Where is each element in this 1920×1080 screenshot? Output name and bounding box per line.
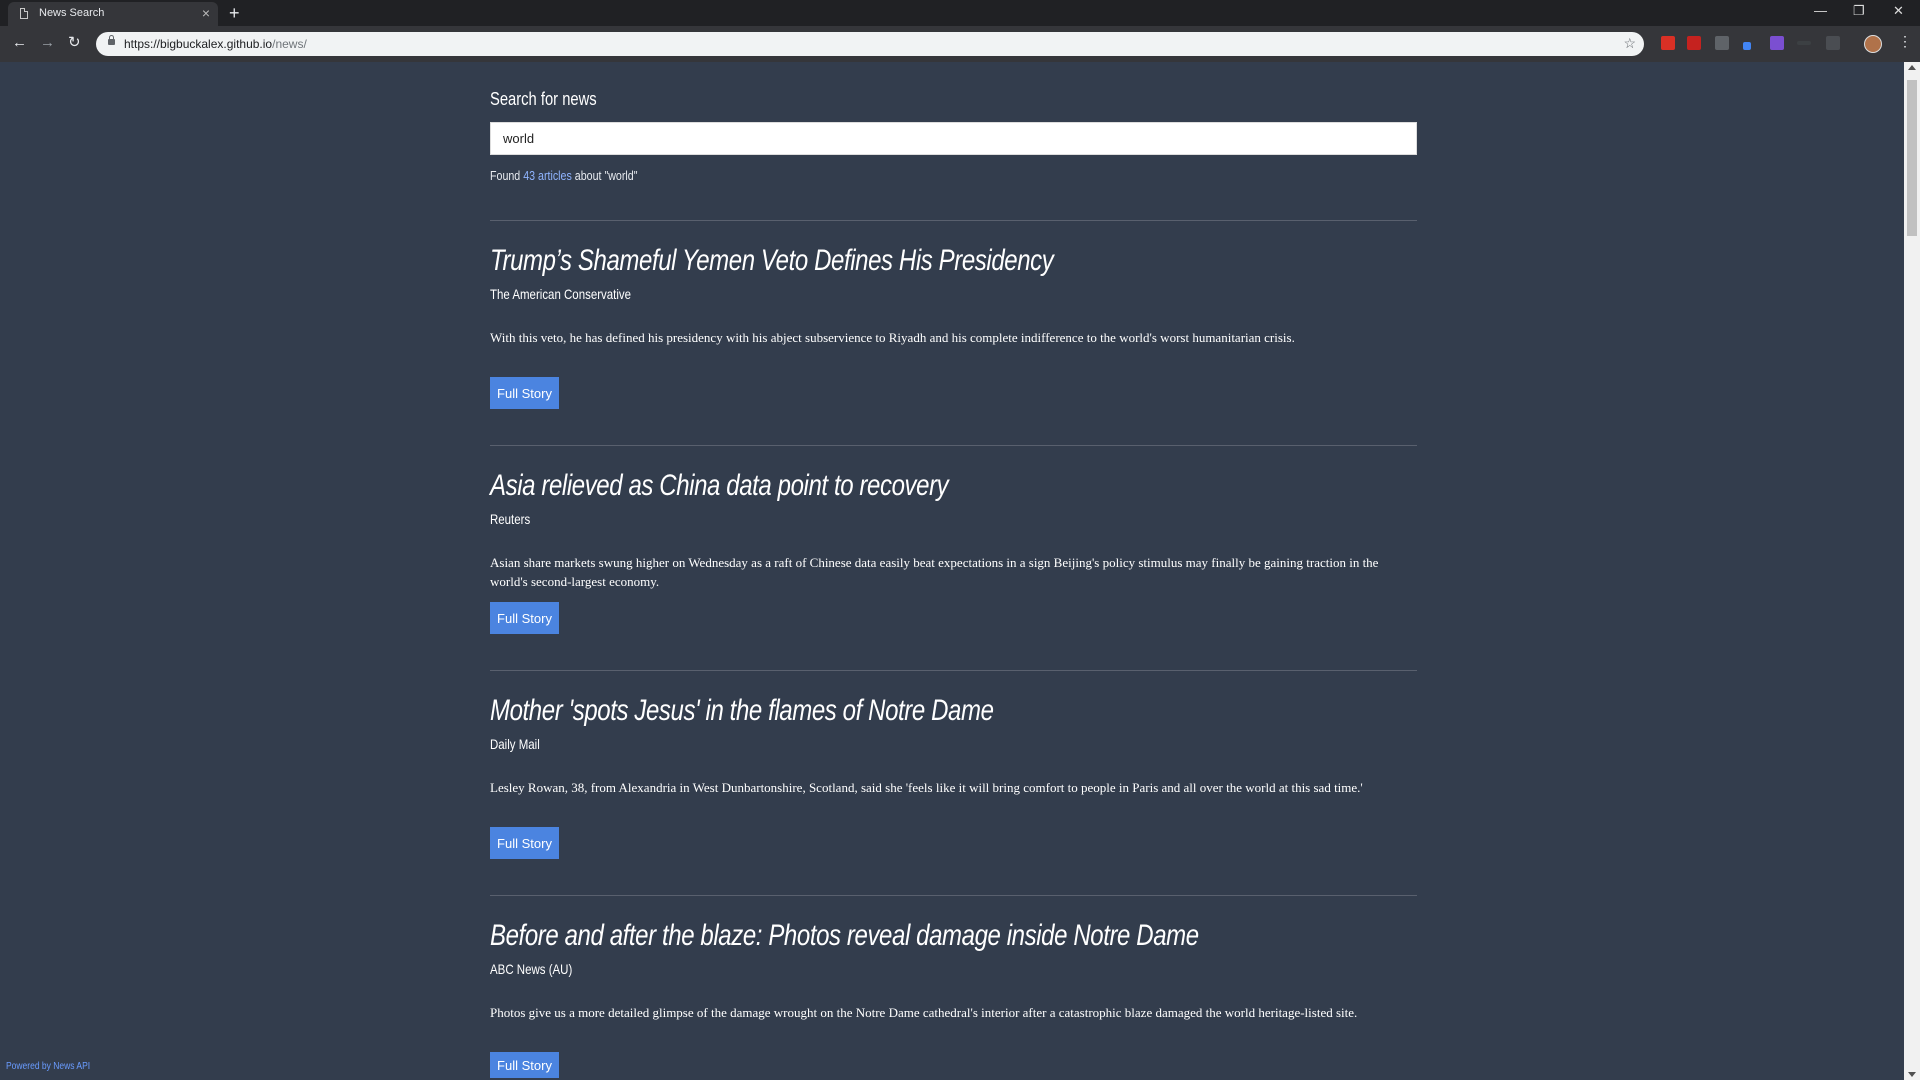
article-description: Lesley Rowan, 38, from Alexandria in Wes…: [490, 780, 1363, 795]
page-content: Search for news Found 43 articles about …: [0, 62, 1904, 1080]
bookmark-star-icon[interactable]: ☆: [1623, 35, 1636, 52]
new-tab-button[interactable]: +: [229, 2, 240, 24]
divider: [490, 895, 1417, 896]
url-path: /news/: [272, 37, 307, 51]
powered-by-link[interactable]: Powered by News API: [6, 1061, 90, 1072]
scrollbar-thumb[interactable]: [1907, 80, 1917, 236]
search-input[interactable]: [490, 122, 1417, 155]
article-source: The American Conservative: [490, 286, 632, 302]
extension-icon-4[interactable]: [1743, 42, 1751, 50]
article-description: Photos give us a more detailed glimpse o…: [490, 1005, 1358, 1020]
search-heading: Search for news: [490, 89, 597, 109]
browser-menu-icon[interactable]: ⋮: [1898, 33, 1912, 50]
address-bar[interactable]: https://bigbuckalex.github.io/news/ ☆: [96, 32, 1644, 56]
browser-tab[interactable]: News Search ×: [8, 2, 218, 26]
forward-button[interactable]: →: [40, 34, 55, 52]
results-about: about: [574, 168, 602, 183]
results-count: 43: [523, 168, 536, 183]
url-text[interactable]: https://bigbuckalex.github.io/news/: [124, 37, 307, 51]
restore-button[interactable]: ❐: [1853, 3, 1865, 19]
results-summary: Found 43 articles about "world": [490, 168, 637, 183]
article-description: With this veto, he has defined his presi…: [490, 330, 1295, 345]
tab-title: News Search: [39, 7, 105, 19]
extension-icon-1[interactable]: [1661, 36, 1675, 50]
article-source: Daily Mail: [490, 736, 540, 752]
lock-icon: [108, 35, 115, 45]
extension-icon-2[interactable]: [1687, 36, 1701, 50]
results-articles-word: articles: [538, 168, 572, 183]
back-button[interactable]: ←: [12, 34, 27, 52]
divider: [490, 220, 1417, 221]
minimize-button[interactable]: —: [1814, 3, 1827, 18]
results-query: "world": [604, 168, 638, 183]
article-headline: Asia relieved as China data point to rec…: [490, 469, 949, 502]
browser-toolbar: ← → ↻ https://bigbuckalex.github.io/news…: [0, 26, 1920, 62]
extension-icon-3[interactable]: [1715, 36, 1729, 50]
scroll-up-arrow-icon[interactable]: [1908, 65, 1916, 70]
page-scrollbar[interactable]: [1904, 62, 1920, 1080]
article-headline: Before and after the blaze: Photos revea…: [490, 919, 1199, 952]
full-story-button[interactable]: Full Story: [490, 1052, 559, 1078]
tab-close-icon[interactable]: ×: [202, 5, 210, 21]
full-story-button[interactable]: Full Story: [490, 602, 559, 634]
article-headline: Trump’s Shameful Yemen Veto Defines His …: [490, 244, 1054, 277]
article-description: Asian share markets swung higher on Wedn…: [490, 555, 1379, 589]
reload-button[interactable]: ↻: [68, 34, 81, 52]
extension-icon-7[interactable]: [1826, 36, 1840, 50]
article-source: ABC News (AU): [490, 961, 573, 977]
document-icon: [20, 8, 28, 19]
extension-icon-5[interactable]: [1770, 36, 1784, 50]
article-source: Reuters: [490, 511, 531, 527]
full-story-button[interactable]: Full Story: [490, 377, 559, 409]
results-prefix: Found: [490, 168, 521, 183]
divider: [490, 670, 1417, 671]
scroll-down-arrow-icon[interactable]: [1908, 1072, 1916, 1077]
extension-icon-6[interactable]: [1797, 41, 1811, 45]
window-close-button[interactable]: ✕: [1893, 3, 1904, 19]
profile-avatar[interactable]: [1864, 35, 1882, 53]
divider: [490, 445, 1417, 446]
article-headline: Mother 'spots Jesus' in the flames of No…: [490, 694, 994, 727]
url-host: https://bigbuckalex.github.io: [124, 37, 273, 51]
full-story-button[interactable]: Full Story: [490, 827, 559, 859]
browser-tab-bar: News Search × + — ❐ ✕: [0, 0, 1920, 26]
